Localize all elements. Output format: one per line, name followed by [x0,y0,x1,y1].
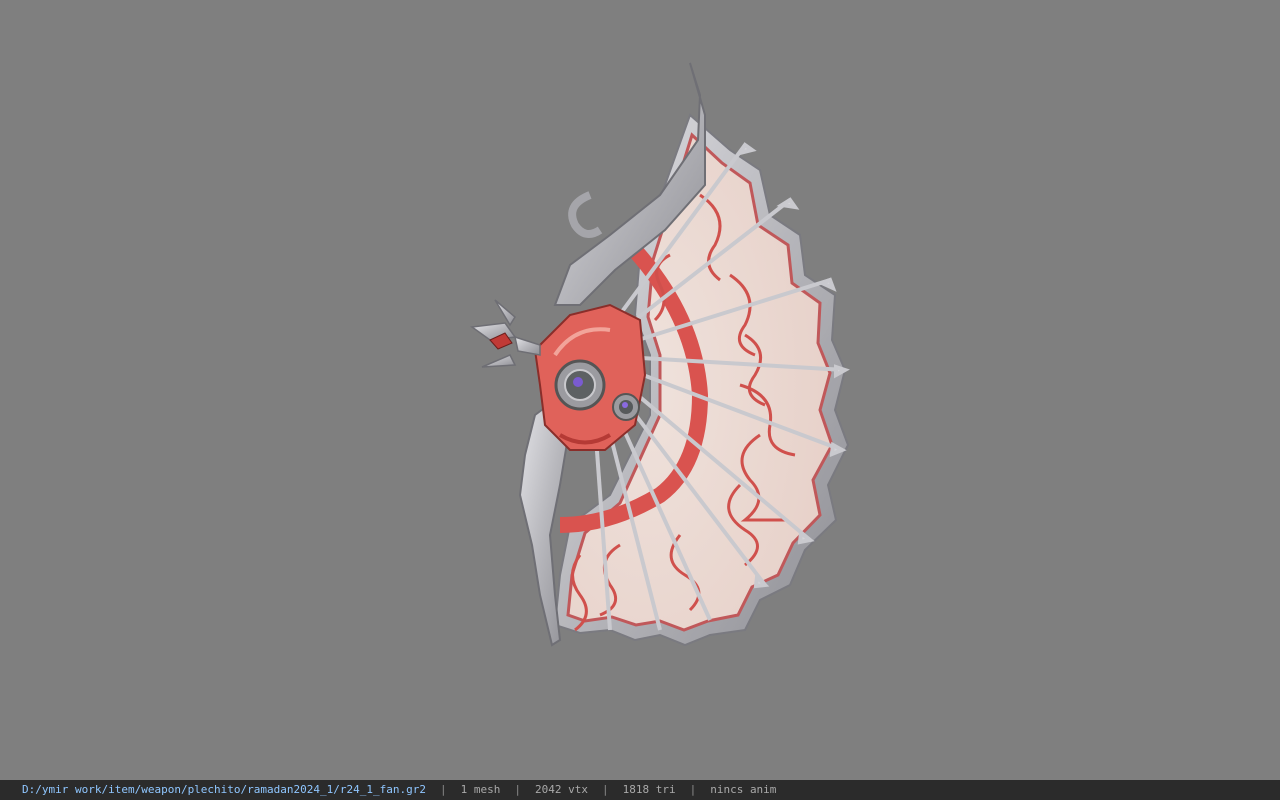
separator: | [689,783,697,796]
fan-top-swirl [568,191,603,238]
separator: | [439,783,447,796]
vertex-count: 2042 vtx [534,783,588,796]
triangle-count: 1818 tri [622,783,676,796]
file-path[interactable]: D:/ymir work/item/weapon/plechito/ramada… [22,783,426,796]
mesh-count: 1 mesh [460,783,501,796]
3d-viewport[interactable] [0,0,1280,780]
animation-status: nincs anim [710,783,777,796]
fan-model[interactable] [460,55,860,655]
separator: | [601,783,609,796]
status-bar: D:/ymir work/item/weapon/plechito/ramada… [0,780,1280,800]
hub-gem-large [554,359,606,411]
separator: | [514,783,521,796]
fan-left-spikes [470,299,541,368]
hub-gem-small [612,393,640,421]
